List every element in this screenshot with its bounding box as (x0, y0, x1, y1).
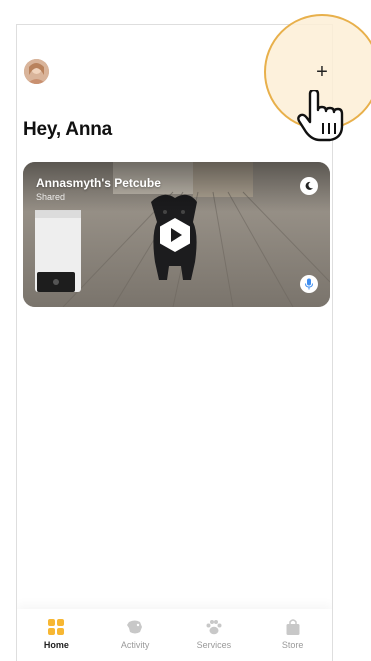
tab-services-label: Services (196, 640, 232, 650)
add-device-button[interactable]: + (306, 56, 338, 88)
bottom-tab-bar: Home Activity Services Store (17, 609, 332, 661)
camera-name: Annasmyth's Petcube (36, 176, 161, 190)
tab-home[interactable]: Home (17, 609, 96, 661)
tab-store[interactable]: Store (253, 609, 332, 661)
shopping-bag-icon (283, 617, 303, 637)
tab-activity[interactable]: Activity (96, 609, 175, 661)
tab-store-label: Store (281, 640, 304, 650)
home-grid-icon (46, 617, 66, 637)
avatar-image (24, 59, 49, 84)
hand-pointer-cursor-icon (297, 90, 344, 142)
camera-card[interactable]: Annasmyth's Petcube Shared (23, 162, 330, 307)
screen: Hey, Anna Annasmyth's Petcube Shared Hom… (0, 0, 371, 661)
tab-activity-label: Activity (120, 640, 150, 650)
user-avatar[interactable] (24, 59, 49, 84)
paw-icon (204, 617, 224, 637)
microphone-button[interactable] (300, 275, 318, 293)
greeting-title: Hey, Anna (23, 119, 112, 140)
night-mode-button[interactable] (300, 177, 318, 195)
camera-shared-label: Shared (36, 192, 66, 202)
tab-services[interactable]: Services (175, 609, 254, 661)
activity-icon (125, 617, 145, 637)
tab-home-label: Home (43, 640, 69, 650)
app-screen: Hey, Anna Annasmyth's Petcube Shared Hom… (16, 24, 333, 661)
microphone-icon (305, 278, 313, 290)
moon-icon (305, 181, 313, 190)
play-button[interactable] (158, 217, 192, 253)
play-icon (160, 218, 190, 252)
